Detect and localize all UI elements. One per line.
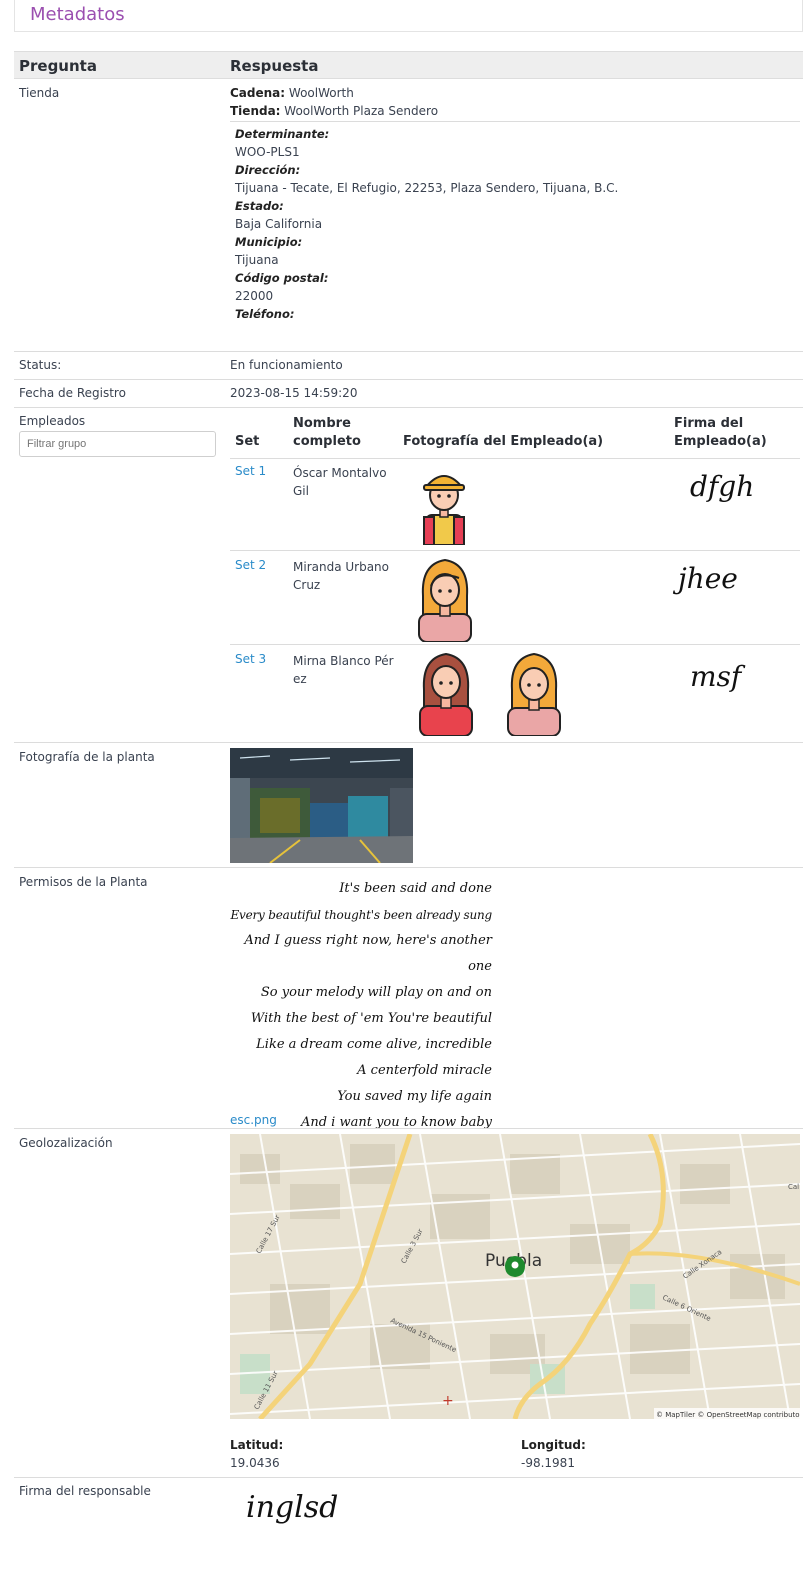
divider (14, 867, 803, 868)
crosshair-icon: + (442, 1393, 454, 1409)
woman-avatar-icon (507, 652, 561, 736)
panel-header: Metadatos (14, 0, 803, 32)
divider (14, 379, 803, 380)
permit-line: A centerfold miracle (357, 1063, 492, 1078)
permit-line: And I guess right now, here's another on… (244, 933, 492, 974)
store-field-label: Municipio: (235, 235, 303, 249)
employee-name: Óscar Montalvo Gil (293, 466, 387, 498)
col-answer: Respuesta (230, 57, 319, 75)
divider (230, 121, 800, 122)
chain-line: Cadena: WoolWorth (230, 86, 354, 100)
permit-line: With the best of 'em You're beautiful (250, 1011, 492, 1026)
employee-name: Miranda Urbano Cruz (293, 560, 389, 592)
responsable-label: Firma del responsable (19, 1484, 151, 1498)
planta-foto-label: Fotografía de la planta (19, 750, 155, 764)
table-header: Pregunta Respuesta (14, 51, 803, 79)
divider (14, 351, 803, 352)
emp-col-photo: Fotografía del Empleado(a) (403, 434, 604, 449)
store-field-value: WOO-PLS1 (235, 145, 300, 159)
store-field-label: Teléfono: (235, 307, 295, 321)
store-label: Tienda (19, 86, 60, 100)
divider (230, 458, 800, 459)
lon-label: Longitud: (521, 1438, 586, 1452)
divider (230, 550, 800, 551)
permit-line: It's been said and done (339, 881, 492, 896)
empleados-label: Empleados (19, 414, 86, 428)
permit-image: It's been said and done Every beautiful … (230, 876, 492, 1136)
employee-signature: msf (690, 660, 742, 693)
store-line: Tienda: WoolWorth Plaza Sendero (230, 104, 439, 118)
employee-signature: dfgh (690, 470, 755, 503)
divider (14, 742, 803, 743)
lat-label: Latitud: (230, 1438, 284, 1452)
map-canvas: Calle 17 Sur Calle 3 Sur Avenida 15 Poni… (230, 1134, 800, 1419)
store-field-label: Dirección: (235, 163, 301, 177)
set-link[interactable]: Set 2 (235, 558, 266, 572)
divider (14, 407, 803, 408)
registro-value: 2023-08-15 14:59:20 (230, 386, 358, 400)
permit-line: Like a dream come alive, incredible (256, 1037, 492, 1052)
divider (230, 644, 800, 645)
set-link[interactable]: Set 3 (235, 652, 266, 666)
filter-group-input[interactable] (19, 431, 216, 457)
lon-value: -98.1981 (521, 1456, 575, 1470)
divider (14, 1128, 803, 1129)
emp-col-set: Set (235, 434, 260, 449)
col-question: Pregunta (19, 57, 97, 75)
permisos-label: Permisos de la Planta (19, 875, 148, 889)
store-field-label: Código postal: (235, 271, 329, 285)
location-map[interactable]: Calle 17 Sur Calle 3 Sur Avenida 15 Poni… (230, 1134, 800, 1419)
worker-avatar-icon (423, 475, 465, 545)
plant-photo[interactable] (230, 748, 413, 863)
permit-line: So your melody will play on and on (260, 985, 492, 1000)
set-link[interactable]: Set 1 (235, 464, 266, 478)
store-field-value: Baja California (235, 217, 323, 231)
status-label: Status: (19, 358, 62, 372)
geo-label: Geolozalización (19, 1136, 113, 1150)
registro-label: Fecha de Registro (19, 386, 126, 400)
emp-col-name: Nombre completo (293, 416, 361, 449)
status-value: En funcionamiento (230, 358, 343, 372)
permit-line: You saved my life again (337, 1089, 492, 1104)
store-field-value: 22000 (235, 289, 274, 303)
emp-col-signature: Firma del Empleado(a) (674, 416, 767, 449)
store-field-value: Tijuana (235, 253, 279, 267)
permit-file-link[interactable]: esc.png (230, 1113, 277, 1127)
store-field-value: Tijuana - Tecate, El Refugio, 22253, Pla… (235, 181, 619, 195)
woman-avatar-icon (418, 558, 472, 642)
responsable-signature: inglsd (246, 1490, 339, 1525)
lat-value: 19.0436 (230, 1456, 280, 1470)
street-label: Cal (788, 1183, 799, 1191)
store-field-label: Determinante: (235, 127, 330, 141)
permit-line: Every beautiful thought's been already s… (230, 908, 492, 922)
divider (14, 1477, 803, 1478)
employee-name: Mirna Blanco Pér ez (293, 654, 394, 686)
employee-signature: jhee (678, 562, 738, 595)
panel-title: Metadatos (30, 4, 125, 25)
woman-avatar-icon (419, 652, 473, 736)
map-attribution: © MapTiler © OpenStreetMap contributors (656, 1411, 800, 1419)
store-field-label: Estado: (235, 199, 284, 213)
